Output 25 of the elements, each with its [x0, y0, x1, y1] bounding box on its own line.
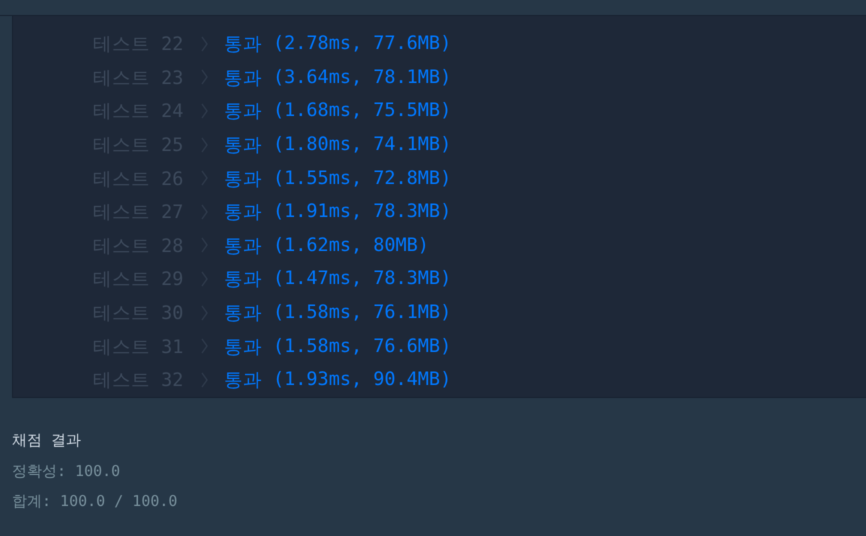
test-detail: (1.58ms, 76.6MB) — [273, 336, 452, 357]
test-detail: (1.47ms, 78.3MB) — [273, 268, 452, 290]
test-result: 통과 — [224, 33, 262, 56]
test-result: 통과 — [224, 369, 262, 392]
test-detail: (3.64ms, 78.1MB) — [273, 66, 452, 88]
test-result: 통과 — [224, 234, 262, 258]
test-result: 통과 — [224, 268, 262, 292]
test-result: 통과 — [224, 100, 262, 124]
test-result: 통과 — [224, 336, 262, 359]
summary-title: 채점 결과 — [12, 430, 82, 451]
test-result: 통과 — [224, 168, 262, 191]
test-detail: (1.93ms, 90.4MB) — [273, 369, 452, 390]
test-detail: (1.58ms, 76.1MB) — [273, 302, 452, 324]
test-detail: (1.55ms, 72.8MB) — [273, 168, 452, 189]
test-detail: (1.91ms, 78.3MB) — [273, 201, 452, 222]
test-result: 통과 — [224, 302, 262, 326]
test-detail: (1.62ms, 80MB) — [273, 234, 429, 256]
test-detail: (1.68ms, 75.5MB) — [273, 100, 452, 122]
test-detail: (1.80ms, 74.1MB) — [273, 134, 452, 156]
test-result: 통과 — [224, 66, 262, 90]
test-detail: (2.78ms, 77.6MB) — [273, 33, 452, 54]
test-result: 통과 — [224, 201, 262, 224]
test-result: 통과 — [224, 134, 262, 158]
summary-line: 합계: 100.0 / 100.0 — [12, 491, 178, 512]
summary-line: 정확성: 100.0 — [12, 461, 122, 482]
